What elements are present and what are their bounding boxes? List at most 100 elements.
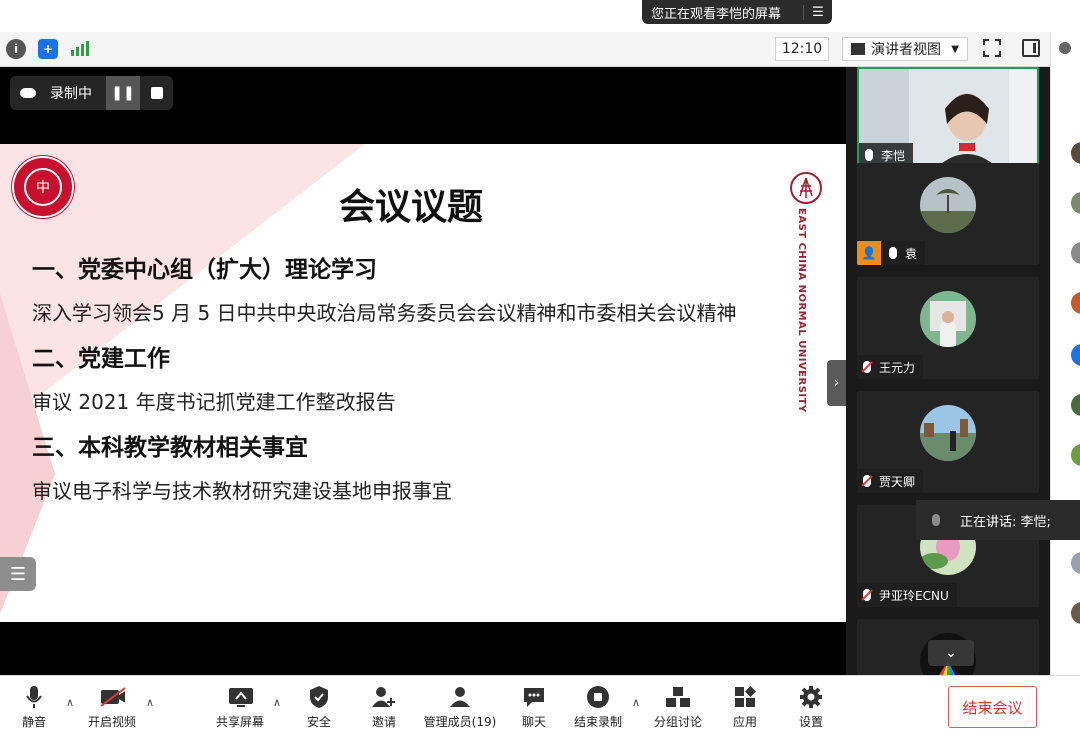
stop-recording-label: 结束录制 <box>573 715 622 729</box>
info-icon[interactable]: i <box>6 39 26 59</box>
security-button[interactable]: 安全 <box>284 686 354 730</box>
speaker-view-icon <box>851 43 865 55</box>
share-screen-button[interactable]: 共享屏幕 <box>205 686 275 730</box>
security-shield-icon <box>306 686 332 708</box>
breakout-label: 分组讨论 <box>653 715 702 729</box>
avatar <box>1071 242 1080 264</box>
top-strip <box>0 0 1080 32</box>
participants-icon <box>447 686 473 708</box>
participant-tile[interactable]: 👤 袁 <box>857 163 1039 265</box>
apps-button[interactable]: 应用 <box>710 686 780 730</box>
muted-microphone-icon <box>863 361 871 373</box>
settings-gear-icon <box>798 686 824 708</box>
avatar <box>920 291 976 347</box>
stop-recording-toolbar-button[interactable]: 结束录制 <box>563 686 633 730</box>
chat-button[interactable]: 聊天 <box>499 686 569 730</box>
stop-recording-button[interactable] <box>141 76 173 110</box>
signal-icon[interactable] <box>70 41 90 57</box>
participant-tile[interactable]: 王元力 <box>857 277 1039 379</box>
participant-list-strip[interactable] <box>1050 32 1080 738</box>
ecnu-logo-icon <box>790 172 822 204</box>
avatar <box>1071 344 1080 366</box>
view-mode-select[interactable]: 演讲者视图 ▼ <box>842 37 968 61</box>
recording-indicator: 录制中 ❚❚ <box>10 76 173 110</box>
settings-label: 设置 <box>798 715 823 729</box>
avatar <box>1071 292 1080 314</box>
screen-share-banner[interactable]: 您正在观看李恺的屏幕 ☰ <box>642 0 832 24</box>
chat-label: 聊天 <box>521 715 546 729</box>
security-label: 安全 <box>306 715 331 729</box>
agenda-body-1: 深入学习领会5 月 5 日中共中央政治局常务委员会会议精神和市委相关会议精神 <box>32 301 737 325</box>
chevron-up-icon[interactable]: ∧ <box>273 696 281 709</box>
share-screen-label: 共享屏幕 <box>215 715 264 729</box>
shared-screen[interactable]: 中 会议议题 一、党委中心组（扩大）理论学习 深入学习领会5 月 5 日中共中央… <box>0 67 846 675</box>
end-meeting-button[interactable]: 结束会议 <box>948 686 1037 728</box>
participant-tile[interactable]: 贾天卿 <box>857 391 1039 493</box>
avatar <box>920 405 976 461</box>
invite-button[interactable]: 邀请 <box>349 686 419 730</box>
muted-microphone-icon <box>863 475 871 487</box>
mute-label: 静音 <box>21 715 46 729</box>
settings-button[interactable]: 设置 <box>776 686 846 730</box>
fullscreen-icon[interactable] <box>983 39 1001 57</box>
university-name: EAST CHINA NORMAL UNIVERSITY <box>796 208 807 413</box>
avatar <box>1071 552 1080 574</box>
agenda-body-3: 审议电子科学与技术教材研究建设基地申报事宜 <box>32 479 452 503</box>
participant-name: 王元力 <box>879 360 916 375</box>
shield-icon[interactable]: + <box>38 39 58 59</box>
apps-label: 应用 <box>732 715 757 729</box>
manage-participants-label: 管理成员(19) <box>423 715 497 729</box>
microphone-icon <box>865 149 873 161</box>
stop-icon <box>151 87 163 99</box>
gallery-scroll-down-button[interactable]: ⌄ <box>928 640 974 666</box>
avatar <box>1071 142 1080 164</box>
participant-name: 袁 <box>905 246 918 261</box>
recording-label: 录制中 <box>50 86 92 102</box>
invite-label: 邀请 <box>371 715 396 729</box>
agenda-heading-1: 一、党委中心组（扩大）理论学习 <box>32 257 377 283</box>
user-icon <box>1059 42 1071 54</box>
chat-icon <box>521 686 547 708</box>
agenda-body-2: 审议 2021 年度书记抓党建工作整改报告 <box>32 390 396 414</box>
side-panel-icon[interactable] <box>1022 39 1040 57</box>
invite-user-icon <box>371 686 397 708</box>
participant-name-tag: 贾天卿 <box>857 469 924 493</box>
participant-name: 李恺 <box>881 148 906 163</box>
meeting-control-bar: 静音 ∧ 开启视频 ∧ 共享屏幕 ∧ 安全 邀请 管理成员(19) 聊天 结束录… <box>0 675 1080 739</box>
slide-list-button[interactable]: ☰ <box>0 557 36 591</box>
active-speaker-tooltip: 正在讲话: 李恺; <box>916 500 1080 540</box>
stop-record-icon <box>585 686 611 708</box>
presentation-slide: 中 会议议题 一、党委中心组（扩大）理论学习 深入学习领会5 月 5 日中共中央… <box>0 144 846 622</box>
breakout-rooms-button[interactable]: 分组讨论 <box>643 686 713 730</box>
microphone-icon <box>21 686 47 708</box>
collapse-gallery-button[interactable]: › <box>827 360 846 406</box>
chevron-up-icon[interactable]: ∧ <box>66 696 74 709</box>
chevron-up-icon[interactable]: ∧ <box>632 696 640 709</box>
participant-name-tag: 尹亚玲ECNU <box>857 583 957 607</box>
microphone-icon <box>932 514 940 526</box>
avatar <box>1071 192 1080 214</box>
avatar <box>1071 394 1080 416</box>
manage-participants-button[interactable]: 管理成员(19) <box>417 686 503 730</box>
participant-name: 贾天卿 <box>879 474 916 489</box>
participant-gallery: 李恺 👤 袁 王元力 贾天卿 尹亚玲ECNU <box>846 67 1050 675</box>
apps-icon <box>732 686 758 708</box>
meeting-toolbar: i + 12:10 演讲者视图 ▼ <box>0 32 1050 67</box>
host-user-icon: 👤 <box>857 241 881 265</box>
mute-button[interactable]: 静音 <box>0 686 69 730</box>
agenda-heading-3: 三、本科教学教材相关事宜 <box>32 435 308 461</box>
start-video-button[interactable]: 开启视频 <box>77 686 147 730</box>
microphone-icon <box>889 247 897 259</box>
pause-recording-button[interactable]: ❚❚ <box>106 76 140 110</box>
active-speaker-text: 正在讲话: 李恺; <box>960 514 1051 530</box>
slide-title: 会议议题 <box>338 187 483 228</box>
participant-tile[interactable]: 李恺 <box>857 67 1039 169</box>
video-off-icon <box>99 686 125 708</box>
start-video-label: 开启视频 <box>87 715 136 729</box>
avatar <box>920 177 976 233</box>
agenda-heading-2: 二、党建工作 <box>32 346 170 372</box>
share-banner-text: 您正在观看李恺的屏幕 <box>651 6 782 22</box>
menu-icon[interactable]: ☰ <box>803 4 832 20</box>
chevron-up-icon[interactable]: ∧ <box>146 696 154 709</box>
breakout-icon <box>665 686 691 708</box>
